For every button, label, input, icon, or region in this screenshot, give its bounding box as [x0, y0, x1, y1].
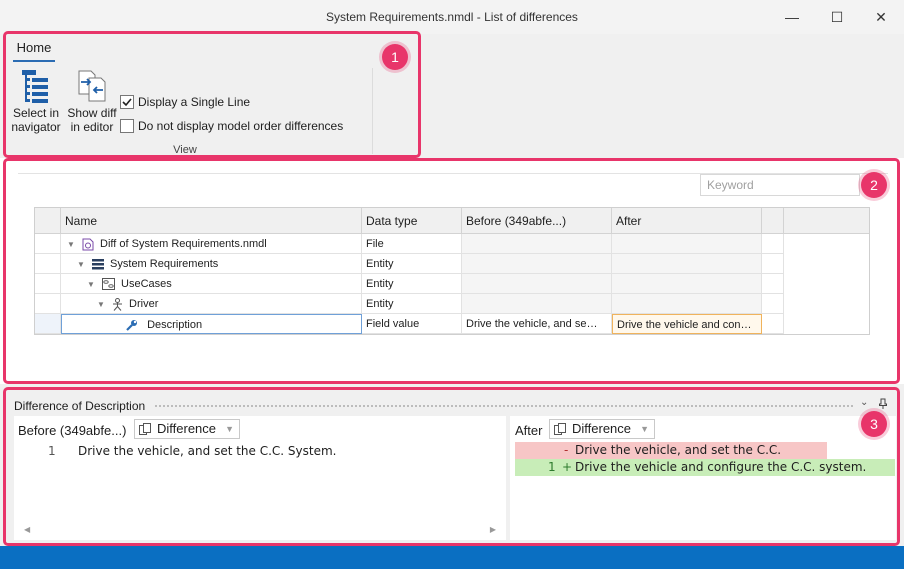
minimize-button[interactable]: — [777, 6, 807, 28]
highlight-box-ribbon [3, 31, 421, 158]
highlight-box-grid [3, 158, 900, 384]
callout-badge-2: 2 [861, 172, 887, 198]
maximize-button[interactable]: ☐ [822, 6, 852, 28]
callout-badge-1: 1 [382, 44, 408, 70]
status-bar [0, 546, 904, 569]
callout-badge-3: 3 [861, 411, 887, 437]
highlight-box-diff [3, 387, 900, 546]
window-title: System Requirements.nmdl - List of diffe… [326, 10, 578, 24]
close-button[interactable]: ✕ [866, 6, 896, 28]
